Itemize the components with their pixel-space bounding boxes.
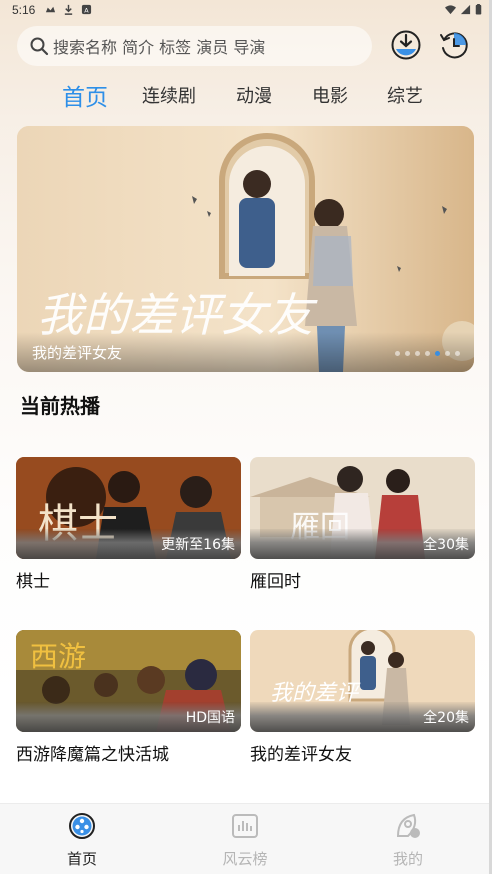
- nav-profile[interactable]: 我的: [368, 812, 448, 869]
- notification-app-icon: [45, 6, 56, 13]
- video-card[interactable]: 西游 HD国语 西游降魔篇之快活城: [16, 630, 241, 765]
- nav-home-label: 首页: [66, 850, 97, 868]
- search-bar[interactable]: 搜索名称 简介 标签 演员 导演: [17, 26, 372, 66]
- nav-profile-label: 我的: [392, 850, 423, 868]
- video-card[interactable]: 雁回 全30集 雁回时: [250, 457, 475, 592]
- search-placeholder: 搜索名称 简介 标签 演员 导演: [53, 38, 266, 57]
- svg-text:西游: 西游: [30, 640, 86, 673]
- status-notification-icons: A: [45, 4, 92, 15]
- card-thumbnail: 雁回 全30集: [250, 457, 475, 559]
- card-title: 雁回时: [250, 572, 301, 592]
- tab-home[interactable]: 首页: [62, 78, 108, 112]
- banner-carousel[interactable]: 我的差评女友 我的差评女友: [17, 126, 474, 372]
- app-status-icon: A: [81, 4, 92, 14]
- video-card[interactable]: 我的差评 全20集 我的差评女友: [250, 630, 475, 765]
- status-system-icons: [445, 4, 482, 15]
- home-film-icon: [69, 813, 95, 839]
- bottom-navigation: 首页 风云榜 我的: [0, 803, 492, 874]
- banner-indicator-dot[interactable]: [395, 351, 400, 356]
- card-title: 我的差评女友: [250, 745, 352, 765]
- banner-indicator-dot[interactable]: [455, 351, 460, 356]
- category-tabs: 首页 连续剧 动漫 电影 综艺: [0, 76, 492, 112]
- video-card[interactable]: 棋士 更新至16集 棋士: [16, 457, 241, 592]
- download-status-icon: [64, 4, 73, 15]
- episode-badge: 全20集: [423, 710, 469, 726]
- banner-indicator-dot[interactable]: [405, 351, 410, 356]
- tab-movie[interactable]: 电影: [312, 82, 348, 108]
- banner-caption: 我的差评女友: [32, 344, 123, 362]
- search-icon: [30, 37, 49, 56]
- card-thumbnail: 西游 HD国语: [16, 630, 241, 732]
- tab-variety[interactable]: 综艺: [387, 82, 423, 108]
- download-icon[interactable]: [390, 29, 422, 61]
- banner-indicator-dot[interactable]: [425, 351, 430, 356]
- status-time: 5:16: [12, 3, 36, 17]
- section-title: 当前热播: [20, 394, 100, 418]
- tab-anime[interactable]: 动漫: [236, 82, 272, 108]
- nav-home[interactable]: 首页: [42, 812, 122, 869]
- chart-icon: [232, 814, 258, 838]
- card-title: 棋士: [16, 572, 50, 592]
- card-thumbnail: 棋士 更新至16集: [16, 457, 241, 559]
- svg-text:A: A: [84, 6, 89, 14]
- battery-icon: [475, 4, 482, 15]
- wifi-icon: [445, 5, 456, 15]
- banner-indicator-dot[interactable]: [435, 351, 440, 356]
- card-title: 西游降魔篇之快活城: [16, 745, 169, 765]
- nav-ranking[interactable]: 风云榜: [205, 812, 285, 869]
- signal-icon: [460, 4, 471, 15]
- banner-indicator-dot[interactable]: [415, 351, 420, 356]
- status-bar: 5:16 A: [0, 0, 492, 22]
- episode-badge: 全30集: [423, 537, 469, 553]
- banner-indicator-dot[interactable]: [445, 351, 450, 356]
- episode-badge: 更新至16集: [161, 537, 235, 553]
- profile-icon: [396, 813, 420, 838]
- card-thumbnail: 我的差评 全20集: [250, 630, 475, 732]
- episode-badge: HD国语: [185, 710, 235, 726]
- history-icon[interactable]: [438, 29, 470, 61]
- banner-indicator: [395, 351, 460, 356]
- tab-series[interactable]: 连续剧: [142, 82, 196, 108]
- nav-ranking-label: 风云榜: [222, 850, 268, 868]
